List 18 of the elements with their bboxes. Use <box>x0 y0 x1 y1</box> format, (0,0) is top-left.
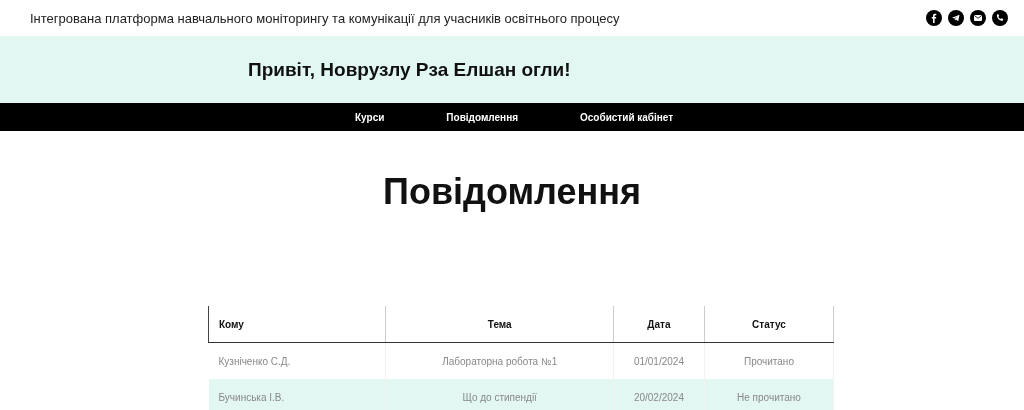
nav-link[interactable]: Курси <box>355 111 385 123</box>
phone-icon[interactable] <box>992 10 1008 26</box>
page-title: Повідомлення <box>382 171 642 213</box>
nav-link[interactable]: Повідомлення <box>446 111 518 123</box>
facebook-icon[interactable] <box>926 10 942 26</box>
column-header: Кому <box>208 306 386 343</box>
column-header: Тема <box>385 306 614 343</box>
table-cell: Не прочитано <box>704 379 834 410</box>
column-header: Дата <box>613 306 705 343</box>
platform-title: Інтегрована платформа навчального моніторингу та комунікації для учасників освітнього процесу <box>30 10 620 26</box>
table-cell: Що до стипендії <box>385 379 614 410</box>
mail-icon[interactable] <box>970 10 986 26</box>
greeting: Привіт, Новрузлу Рза Елшан огли! <box>248 58 571 81</box>
telegram-icon[interactable] <box>948 10 964 26</box>
table-cell: Бучинська І.В. <box>208 379 386 410</box>
table-cell: 20/02/2024 <box>613 379 705 410</box>
column-header: Статус <box>704 306 834 343</box>
nav-link[interactable]: Особистий кабінет <box>580 111 674 123</box>
